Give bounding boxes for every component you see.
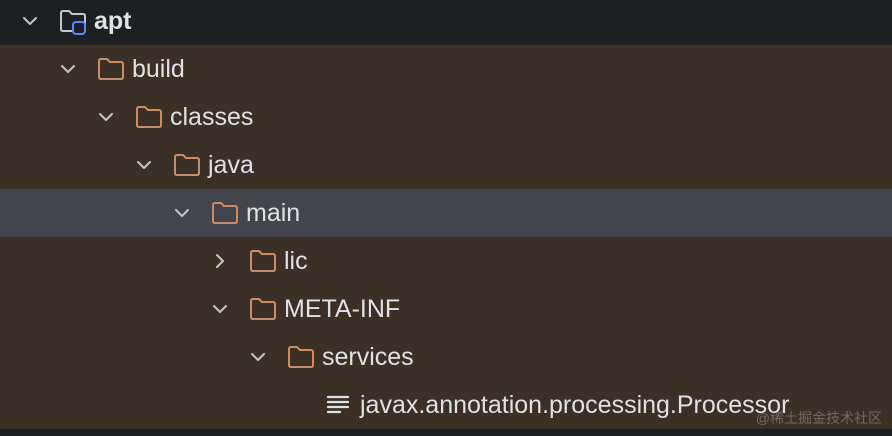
tree-node-label: java — [208, 151, 254, 179]
folder-icon — [172, 150, 202, 180]
folder-icon — [248, 246, 278, 276]
folder-icon — [248, 294, 278, 324]
tree-row[interactable]: services — [0, 333, 892, 381]
tree-node-label: main — [246, 199, 301, 227]
tree-node-label: apt — [94, 7, 132, 35]
folder-icon — [210, 198, 240, 228]
tree-row[interactable]: main — [0, 189, 892, 237]
module-folder-icon — [58, 6, 88, 36]
tree-row[interactable]: build — [0, 45, 892, 93]
tree-node-label: classes — [170, 103, 254, 131]
tree-row[interactable]: META-INF — [0, 285, 892, 333]
chevron-down-icon[interactable] — [94, 105, 118, 129]
tree-node-label: javax.annotation.processing.Processor — [360, 391, 790, 419]
tree-row[interactable]: classes — [0, 93, 892, 141]
folder-icon — [96, 54, 126, 84]
chevron-down-icon[interactable] — [18, 9, 42, 33]
folder-icon — [134, 102, 164, 132]
watermark: @稀土掘金技术社区 — [755, 410, 882, 426]
chevron-down-icon[interactable] — [170, 201, 194, 225]
chevron-down-icon[interactable] — [56, 57, 80, 81]
chevron-right-icon[interactable] — [208, 249, 232, 273]
tree-node-label: META-INF — [284, 295, 401, 323]
tree-node-label: build — [132, 55, 185, 83]
text-file-icon — [324, 390, 354, 420]
project-tree: apt build classes java main lic META-INF servic… — [0, 0, 892, 436]
chevron-down-icon[interactable] — [132, 153, 156, 177]
chevron-down-icon[interactable] — [208, 297, 232, 321]
tree-row[interactable]: apt — [0, 0, 892, 45]
tree-node-label: services — [322, 343, 414, 371]
tree-row[interactable]: java — [0, 141, 892, 189]
tree-node-label: lic — [284, 247, 308, 275]
chevron-down-icon[interactable] — [246, 345, 270, 369]
tree-row[interactable]: lic — [0, 237, 892, 285]
folder-icon — [286, 342, 316, 372]
